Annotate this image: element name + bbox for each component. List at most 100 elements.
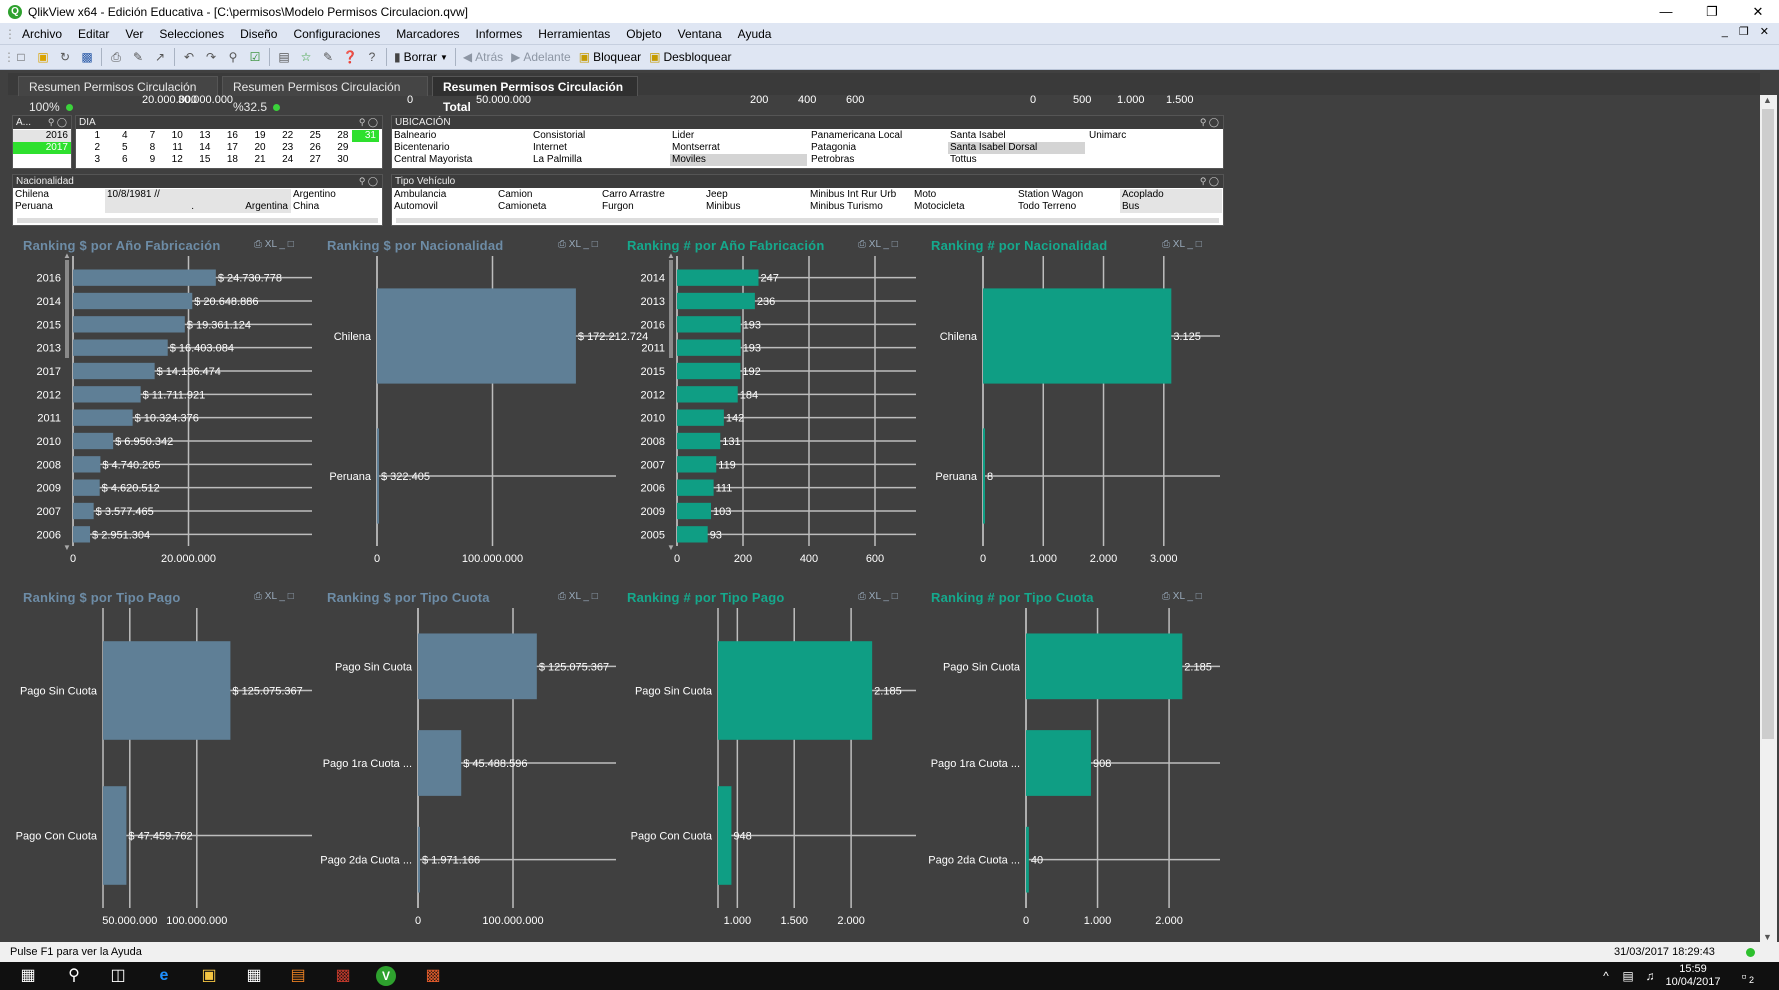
list-item-ubicacion[interactable]: Panamericana Local — [809, 130, 946, 142]
list-item-2016[interactable]: 2016 — [13, 130, 71, 142]
save-icon[interactable]: ▩ — [78, 48, 96, 66]
doc-window-controls-icon[interactable]: _ ❐ ✕ — [1722, 25, 1773, 38]
list-item-dia[interactable]: 13 — [186, 130, 213, 142]
list-item-nacionalidad[interactable]: Argentina — [197, 201, 291, 213]
store-icon[interactable]: ▦ — [242, 964, 266, 988]
list-item-ubicacion[interactable]: Montserrat — [670, 142, 807, 154]
properties-icon[interactable]: ✎ — [319, 48, 337, 66]
search-icon[interactable]: ⚲ — [62, 964, 86, 988]
context-help-icon[interactable]: ? — [363, 48, 381, 66]
list-item-ubicacion[interactable]: Unimarc — [1087, 130, 1224, 142]
list-item-dia[interactable]: 19 — [242, 130, 269, 142]
list-item-dia[interactable]: 5 — [104, 142, 131, 154]
chart-plot[interactable]: 1.000 1.500 2.000 2.185 Pago Sin Cuota 948 Pag… — [622, 588, 918, 938]
menu-herramientas[interactable]: Herramientas — [530, 27, 618, 41]
chart-plot[interactable]: 0 1.000 2.000 3.000 3.125 Chilena 8 Peruana — [926, 236, 1222, 576]
list-item-ubicacion[interactable]: Petrobras — [809, 154, 946, 166]
list-item-ubicacion[interactable]: Consistorial — [531, 130, 668, 142]
borrar-button[interactable]: ▮ Borrar ▼ — [390, 47, 452, 67]
edge-browser-icon[interactable]: e — [152, 964, 176, 988]
list-item-dia[interactable]: 11 — [159, 142, 186, 154]
windows-start-icon[interactable]: ▦ — [16, 964, 40, 988]
list-item-ubicacion[interactable]: Santa Isabel — [948, 130, 1085, 142]
help-icon[interactable]: ❓ — [341, 48, 359, 66]
list-item-ubicacion[interactable]: Balneario — [392, 130, 529, 142]
volume-icon[interactable]: ♫ — [1638, 964, 1662, 988]
atras-button[interactable]: ◀ Atrás — [459, 47, 507, 67]
list-item-ubicacion[interactable]: Central Mayorista — [392, 154, 529, 166]
tab-resumen-total[interactable]: Resumen Permisos Circulación Total — [432, 76, 638, 114]
list-item-tipo-vehiculo[interactable]: Ambulancia — [392, 189, 494, 201]
list-item-nacionalidad[interactable]: 10/8/1981 // — [105, 189, 197, 201]
list-item-tipo-vehiculo[interactable]: Carro Arrastre — [600, 189, 702, 201]
list-item-tipo-vehiculo[interactable]: Minibus — [704, 201, 806, 213]
bookmark-star-icon[interactable]: ☆ — [297, 48, 315, 66]
list-item-dia[interactable]: 4 — [104, 130, 131, 142]
list-item-dia[interactable]: 7 — [131, 130, 158, 142]
redo-icon[interactable]: ↷ — [202, 48, 220, 66]
list-item-dia[interactable]: 17 — [214, 142, 241, 154]
open-folder-icon[interactable]: ▣ — [34, 48, 52, 66]
list-item-dia[interactable]: 20 — [242, 142, 269, 154]
list-item-tipo-vehiculo[interactable]: Jeep — [704, 189, 806, 201]
new-doc-icon[interactable]: □ — [12, 48, 30, 66]
search-icon[interactable]: ⚲ ◯ — [359, 116, 378, 129]
menu-selecciones[interactable]: Selecciones — [151, 27, 232, 41]
scroll-down-icon[interactable]: ▼ — [1763, 932, 1772, 942]
tab-resumen-32-5[interactable]: Resumen Permisos Circulación %32.5 — [222, 76, 428, 114]
list-item-tipo-vehiculo[interactable]: Camioneta — [496, 201, 598, 213]
menu-ayuda[interactable]: Ayuda — [730, 27, 780, 41]
list-item-dia[interactable]: 29 — [324, 142, 351, 154]
adelante-button[interactable]: ▶ Adelante — [507, 47, 575, 67]
list-item-nacionalidad[interactable]: Chilena — [13, 189, 105, 201]
list-item-dia[interactable]: 12 — [159, 154, 186, 166]
list-item-dia[interactable]: 16 — [214, 130, 241, 142]
chart-plot[interactable]: 0 100.000.000$ 172.212.724Chilena$ 322.40… — [322, 236, 648, 576]
list-item-tipo-vehiculo[interactable]: Minibus Turismo — [808, 201, 910, 213]
reload-icon[interactable]: ↻ — [56, 48, 74, 66]
search-icon[interactable]: ⚲ — [224, 48, 242, 66]
desbloquear-button[interactable]: ▣ Desbloquear — [645, 47, 735, 67]
chart-plot[interactable]: 0 20.000.000 $ 24.730.778 2016 $ 20.648.886 2… — [18, 236, 314, 576]
horizontal-scrollbar[interactable] — [396, 218, 1219, 223]
list-item-nacionalidad[interactable]: Argentino — [291, 189, 381, 201]
list-item-ubicacion[interactable]: Tottus — [948, 154, 1085, 166]
list-item-dia[interactable]: 15 — [186, 154, 213, 166]
horizontal-scrollbar[interactable] — [17, 218, 378, 223]
list-item-tipo-vehiculo[interactable]: Camion — [496, 189, 598, 201]
list-item-dia[interactable]: 25 — [297, 130, 324, 142]
list-item-ubicacion[interactable]: Lider — [670, 130, 807, 142]
list-item-dia[interactable]: 9 — [131, 154, 158, 166]
list-item-ubicacion[interactable]: Internet — [531, 142, 668, 154]
file-explorer-icon[interactable]: ▣ — [197, 964, 221, 988]
taskbar-date[interactable]: 10/04/2017 — [1662, 976, 1724, 988]
list-item-tipo-vehiculo[interactable]: Moto — [912, 189, 1014, 201]
list-item-tipo-vehiculo[interactable]: Motocicleta — [912, 201, 1014, 213]
chart-plot[interactable]: 0 1.000 2.000 2.185 Pago Sin Cuota 908 Pago 1r… — [926, 588, 1222, 938]
list-item-dia[interactable]: 10 — [159, 130, 186, 142]
list-item-dia[interactable]: 22 — [269, 130, 296, 142]
list-item-dia[interactable]: 27 — [297, 154, 324, 166]
list-item-dia[interactable]: 6 — [104, 154, 131, 166]
menu-informes[interactable]: Informes — [468, 27, 531, 41]
qlikview-taskbar-icon[interactable]: V — [376, 966, 396, 986]
menu-marcadores[interactable]: Marcadores — [388, 27, 467, 41]
list-item-dia[interactable]: 24 — [269, 154, 296, 166]
list-item-ubicacion[interactable]: Bicentenario — [392, 142, 529, 154]
list-item-ubicacion[interactable]: Santa Isabel Dorsal — [948, 142, 1085, 154]
menu-configuraciones[interactable]: Configuraciones — [285, 27, 388, 41]
list-item-tipo-vehiculo[interactable]: Furgon — [600, 201, 702, 213]
list-item-dia[interactable]: 18 — [214, 154, 241, 166]
search-icon[interactable]: ⚲ ◯ — [1200, 175, 1219, 188]
network-icon[interactable]: ▤ — [1616, 964, 1640, 988]
chart-plot[interactable]: 50.000.000 100.000.000 $ 125.075.367 Pago S… — [16, 588, 314, 938]
menu-objeto[interactable]: Objeto — [618, 27, 669, 41]
list-item-dia[interactable]: 23 — [269, 142, 296, 154]
list-item-ubicacion[interactable]: La Palmilla — [531, 154, 668, 166]
list-item-ubicacion[interactable]: Moviles — [670, 154, 807, 166]
tab-resumen-100[interactable]: Resumen Permisos Circulación 100% — [18, 76, 218, 114]
list-item-dia[interactable]: 26 — [297, 142, 324, 154]
menu-editar[interactable]: Editar — [70, 27, 117, 41]
taskbar-time[interactable]: 15:59 — [1668, 963, 1718, 975]
minimize-icon[interactable]: — — [1643, 0, 1689, 23]
